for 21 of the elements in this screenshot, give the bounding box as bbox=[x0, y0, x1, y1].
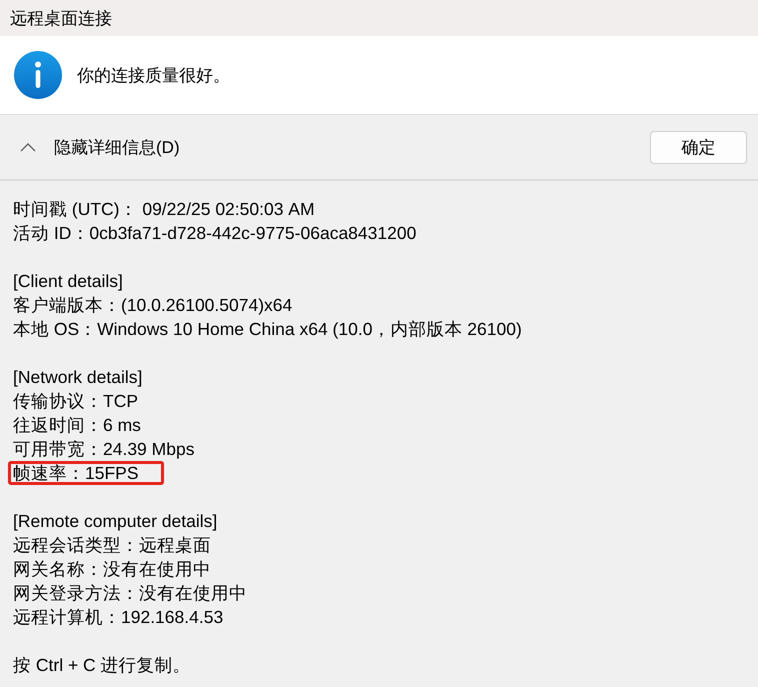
detail-line: [Network details] bbox=[12, 366, 144, 389]
message-text: 你的连接质量很好。 bbox=[77, 64, 230, 86]
detail-line: 活动 ID：0cb3fa71-d728-442c-9775-06aca8431200 bbox=[12, 222, 418, 245]
detail-line: 本地 OS：Windows 10 Home China x64 (10.0，内部版本 26100) bbox=[12, 318, 523, 341]
detail-line: 远程会话类型：远程桌面 bbox=[12, 534, 212, 557]
detail-line: 传输协议：TCP bbox=[12, 390, 139, 413]
detail-line: 网关登录方法：没有在使用中 bbox=[12, 582, 248, 605]
detail-line: 可用带宽：24.39 Mbps bbox=[12, 438, 196, 461]
ok-button[interactable]: 确定 bbox=[650, 130, 747, 164]
detail-line: 往返时间：6 ms bbox=[12, 414, 142, 437]
detail-line: [Remote computer details] bbox=[12, 510, 218, 533]
window-title: 远程桌面连接 bbox=[10, 8, 112, 30]
details-toggle[interactable]: 隐藏详细信息(D) bbox=[20, 132, 180, 162]
detail-line: 客户端版本：(10.0.26100.5074)x64 bbox=[12, 294, 294, 317]
info-icon bbox=[13, 50, 63, 100]
detail-line: 远程计算机：192.168.4.53 bbox=[12, 606, 224, 629]
detail-line: 时间戳 (UTC)： 09/22/25 02:50:03 AM bbox=[12, 198, 316, 221]
detail-line: 按 Ctrl + C 进行复制。 bbox=[12, 654, 192, 677]
detail-line: [Client details] bbox=[12, 270, 124, 293]
detail-line: 网关名称：没有在使用中 bbox=[12, 558, 212, 581]
chevron-icon bbox=[20, 142, 36, 152]
